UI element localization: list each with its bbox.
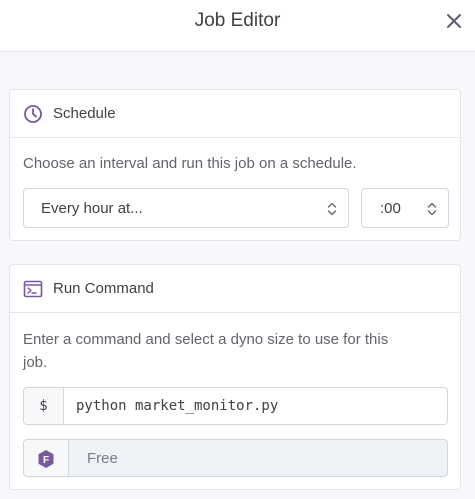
command-prefix: $ bbox=[24, 388, 64, 424]
schedule-card: Schedule Choose an interval and run this… bbox=[9, 89, 461, 241]
schedule-card-header: Schedule bbox=[10, 90, 460, 138]
chevron-updown-icon bbox=[327, 202, 337, 216]
schedule-description: Choose an interval and run this job on a… bbox=[23, 155, 357, 172]
close-icon bbox=[447, 14, 461, 28]
minute-select-value: :00 bbox=[380, 200, 401, 217]
run-command-description-line1: Enter a command and select a dyno size t… bbox=[23, 331, 389, 348]
close-button[interactable] bbox=[443, 10, 465, 32]
dyno-size-select[interactable]: F Free bbox=[23, 439, 448, 477]
page-title: Job Editor bbox=[194, 10, 281, 31]
dyno-size-value: Free bbox=[87, 450, 118, 467]
dyno-badge-letter: F bbox=[43, 455, 49, 466]
chevron-updown-icon bbox=[427, 202, 437, 216]
terminal-icon bbox=[23, 280, 43, 298]
run-command-card-header: Run Command bbox=[10, 265, 460, 313]
free-dyno-icon: F bbox=[38, 450, 54, 468]
dyno-badge-container: F bbox=[24, 440, 69, 476]
command-input[interactable] bbox=[65, 388, 445, 424]
run-command-description: Enter a command and select a dyno size t… bbox=[23, 328, 388, 374]
interval-select-value: Every hour at... bbox=[41, 200, 143, 217]
run-command-description-line2: job. bbox=[23, 354, 48, 371]
editor-header: Job Editor bbox=[0, 0, 475, 52]
interval-select[interactable]: Every hour at... bbox=[23, 188, 349, 228]
command-field: $ bbox=[23, 387, 448, 425]
run-command-card: Run Command Enter a command and select a… bbox=[9, 264, 461, 490]
run-command-title: Run Command bbox=[53, 280, 154, 297]
clock-icon bbox=[24, 105, 42, 123]
schedule-title: Schedule bbox=[53, 105, 116, 122]
minute-select[interactable]: :00 bbox=[361, 188, 449, 228]
